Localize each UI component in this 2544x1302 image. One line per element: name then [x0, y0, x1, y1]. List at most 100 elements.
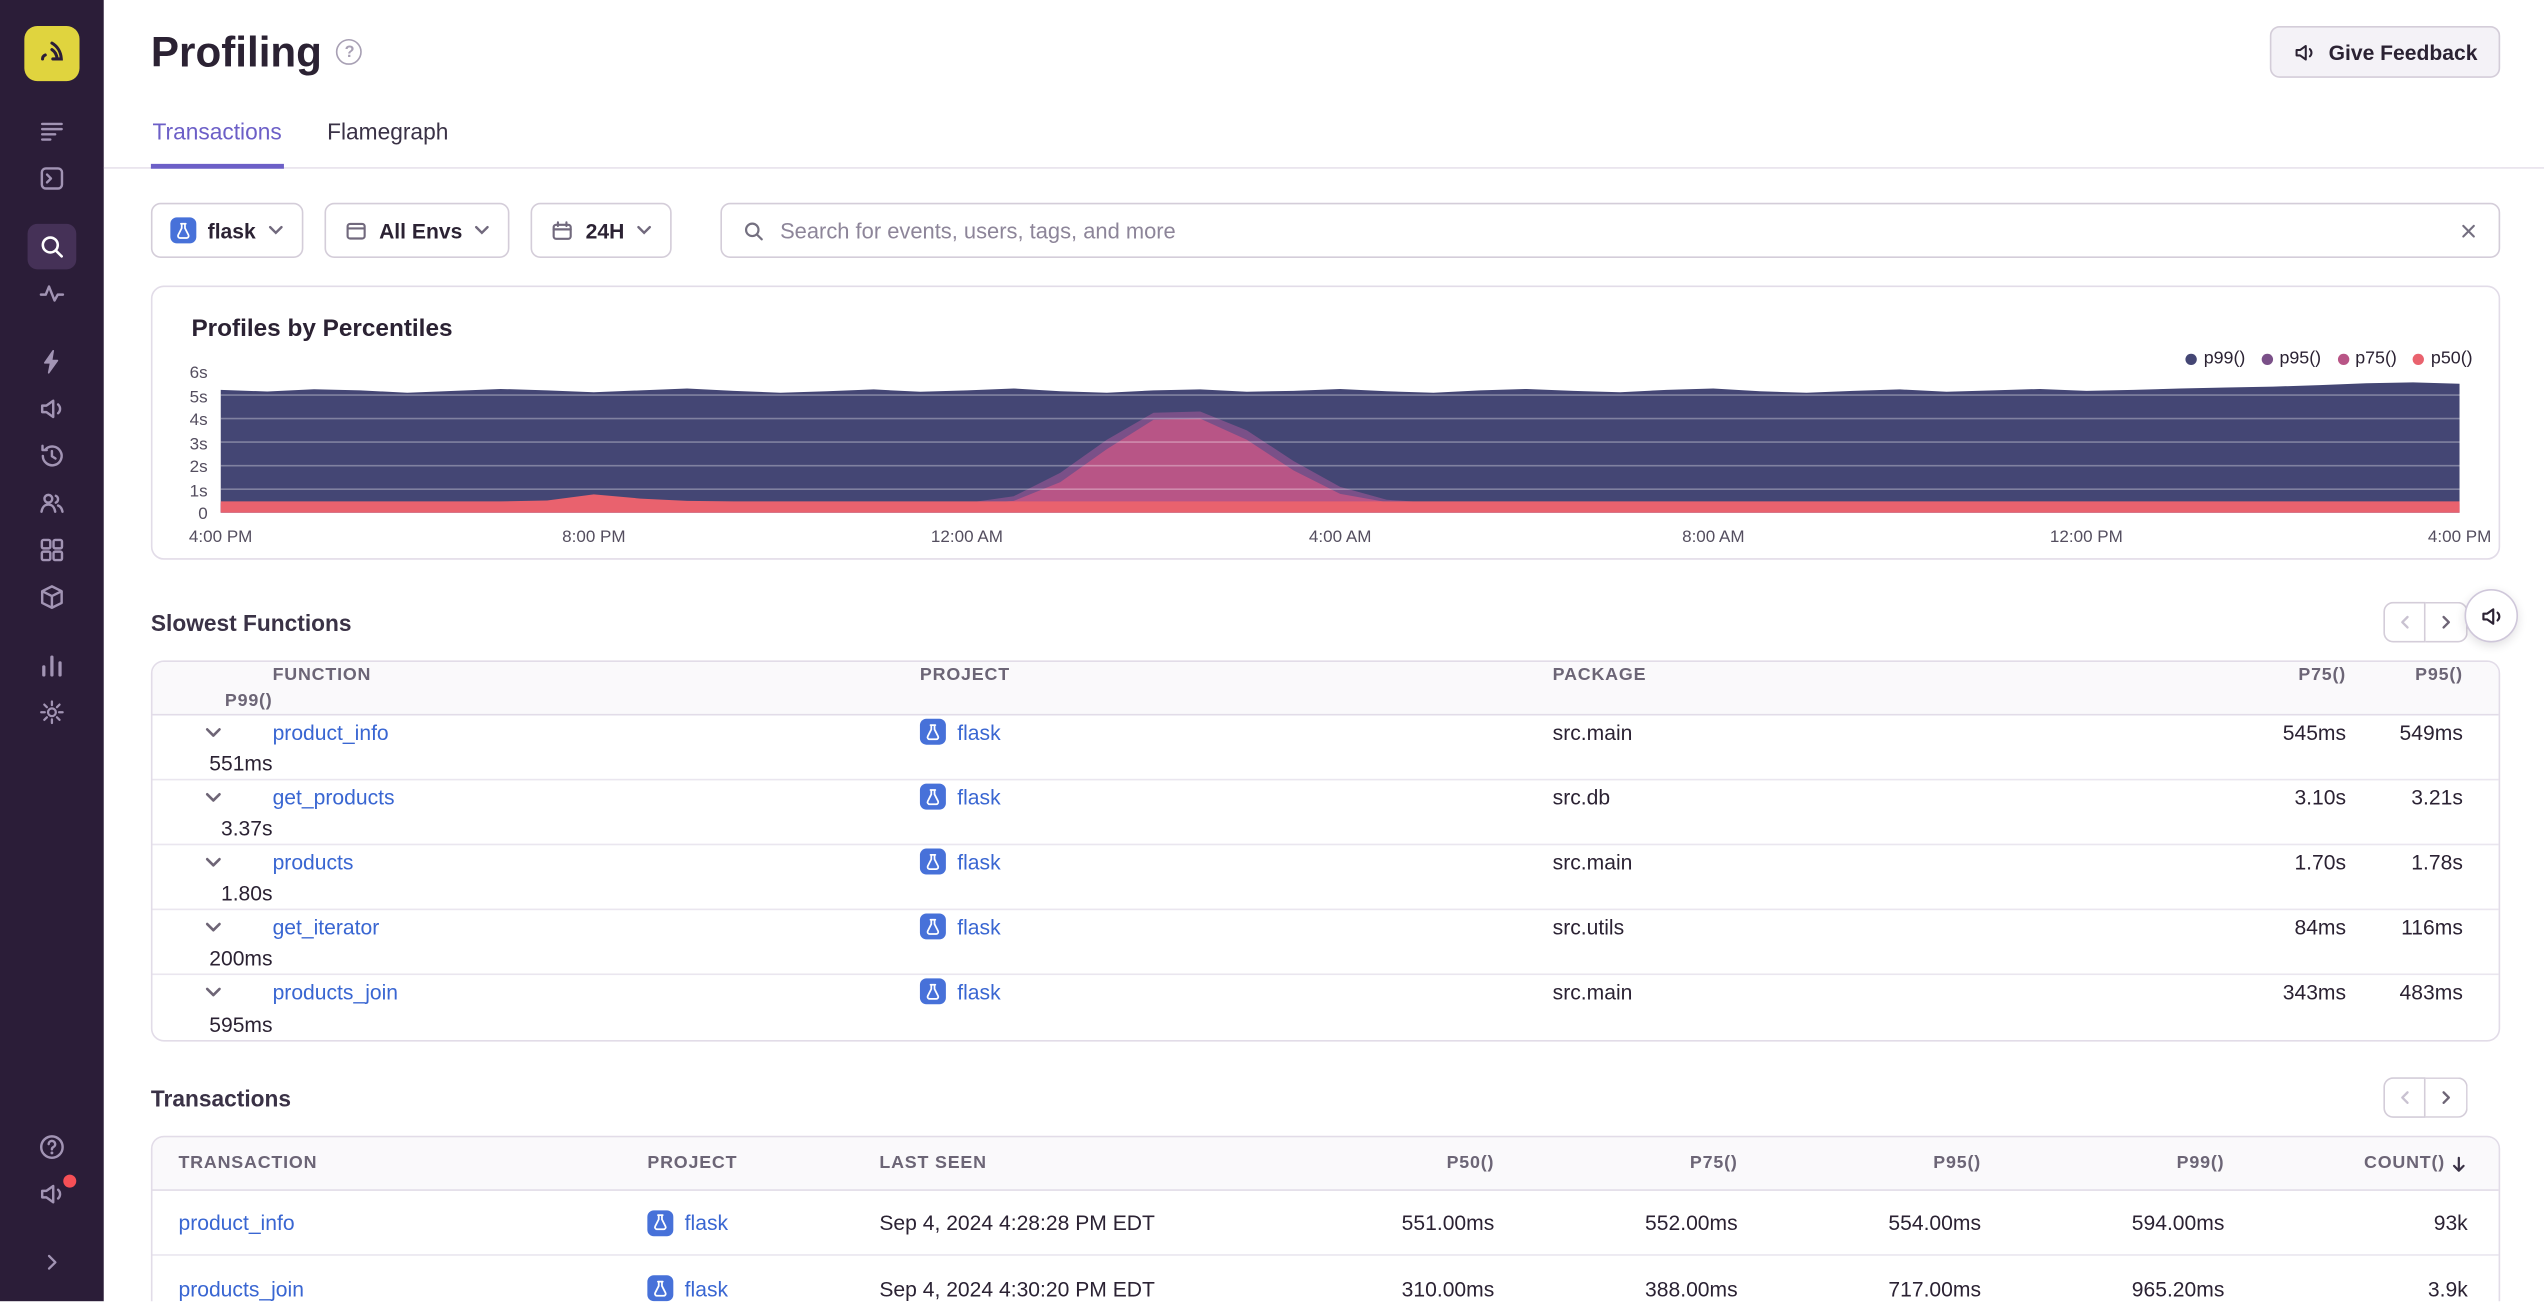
slowest-functions-table: FUNCTION PROJECT PACKAGE P75() P95() P99…: [150, 660, 2501, 1042]
sidebar-item-team[interactable]: [28, 480, 77, 525]
sentry-logo[interactable]: [24, 25, 80, 82]
search-icon: [41, 236, 63, 258]
flask-platform-icon: [919, 718, 946, 745]
p75-value: 388.00ms: [1645, 1276, 1738, 1301]
legend-item[interactable]: p99(): [2185, 349, 2245, 368]
sidebar-group-primary: [28, 109, 77, 201]
transaction-row: products_join flask Sep 4, 2024 4:30:20 PM…: [153, 1256, 2499, 1302]
prev-page-button[interactable]: [2383, 601, 2426, 643]
chevron-down-icon: [205, 727, 221, 737]
p99-value: 3.37s: [220, 816, 273, 841]
sidebar-item-search[interactable]: [27, 223, 77, 270]
package-value: src.main: [1552, 979, 1633, 1004]
sidebar-item-releases[interactable]: [28, 574, 77, 619]
project-link[interactable]: flask: [957, 849, 1000, 873]
sidebar-item-settings[interactable]: [28, 690, 77, 735]
slowest-function-row: product_info flask src.main 545ms 549ms 551ms: [152, 716, 2499, 781]
project-link[interactable]: flask: [685, 1210, 728, 1234]
sidebar-group-admin: [28, 642, 77, 734]
project-link[interactable]: flask: [957, 720, 1000, 744]
date-range-selector[interactable]: 24H: [530, 202, 672, 258]
project-link[interactable]: flask: [685, 1276, 728, 1300]
column-header-p99: P99(): [224, 691, 273, 711]
megaphone-icon: [2481, 607, 2500, 625]
slowest-function-row: get_iterator flask src.utils 84ms 116ms 200ms: [152, 910, 2499, 976]
x-axis-label: 8:00 AM: [1682, 527, 1745, 547]
sidebar-item-stats[interactable]: [28, 642, 77, 687]
next-page-button[interactable]: [2425, 601, 2468, 643]
column-header-p75: P75(): [1689, 1153, 1738, 1174]
page-help-icon[interactable]: ?: [336, 38, 363, 65]
function-link[interactable]: products_join: [273, 980, 920, 1004]
function-link[interactable]: get_products: [273, 784, 920, 808]
project-link[interactable]: flask: [957, 914, 1000, 938]
users-icon: [40, 493, 64, 513]
sentry-logo-icon: [41, 41, 63, 61]
give-feedback-button[interactable]: Give Feedback: [2270, 25, 2501, 78]
function-link[interactable]: product_info: [273, 720, 920, 744]
tab-transactions[interactable]: Transactions: [150, 104, 284, 169]
function-link[interactable]: products: [273, 849, 920, 873]
p95-value: 549ms: [2399, 719, 2463, 744]
section-title: Transactions: [150, 1084, 292, 1111]
sidebar-item-whats-new[interactable]: [28, 1171, 77, 1216]
flask-platform-icon: [170, 217, 197, 244]
transaction-link[interactable]: product_info: [153, 1210, 648, 1234]
flask-platform-icon: [919, 848, 946, 875]
filter-bar: flask All Envs 24H: [104, 169, 2544, 258]
sidebar-collapse-button[interactable]: [28, 1240, 77, 1285]
expand-row-button[interactable]: [153, 981, 273, 1002]
legend-item[interactable]: p75(): [2337, 349, 2397, 368]
expand-row-button[interactable]: [153, 916, 273, 937]
p95-value: 116ms: [2401, 914, 2463, 939]
chart-title: Profiles by Percentiles: [191, 314, 453, 343]
table-body: product_info flask src.main 545ms 549ms 551ms…: [152, 716, 2499, 1040]
sidebar-item-projects[interactable]: [28, 156, 77, 201]
transaction-link[interactable]: products_join: [153, 1276, 648, 1300]
expand-row-button[interactable]: [153, 851, 273, 872]
legend-item[interactable]: p95(): [2261, 349, 2321, 368]
floating-feedback-button[interactable]: [2464, 588, 2519, 643]
chevron-right-icon: [47, 1254, 57, 1270]
last-seen-value: Sep 4, 2024 4:30:20 PM EDT: [879, 1276, 1155, 1301]
sidebar-item-help[interactable]: [28, 1124, 77, 1169]
search-input[interactable]: [780, 218, 2444, 243]
sidebar-item-feedback[interactable]: [28, 386, 77, 431]
function-link[interactable]: get_iterator: [273, 914, 920, 938]
p95-value: 717.00ms: [1888, 1276, 1982, 1301]
performance-icon: [39, 285, 65, 302]
page-header: Profiling ? Give Feedback: [104, 0, 2544, 78]
next-page-button[interactable]: [2425, 1077, 2468, 1118]
expand-row-button[interactable]: [153, 786, 273, 807]
sidebar-item-dashboards[interactable]: [28, 527, 77, 572]
project-link[interactable]: flask: [957, 980, 1000, 1004]
environment-selector-label: All Envs: [379, 218, 463, 243]
slowest-function-row: products flask src.main 1.70s 1.78s 1.80s: [152, 845, 2499, 911]
chevron-left-icon: [2400, 1091, 2408, 1104]
megaphone-icon: [2295, 44, 2313, 60]
last-seen-value: Sep 4, 2024 4:28:28 PM EDT: [879, 1210, 1155, 1235]
sidebar-item-alerts[interactable]: [28, 339, 77, 384]
p75-value: 84ms: [2294, 914, 2347, 939]
environment-selector[interactable]: All Envs: [323, 202, 510, 258]
search-bar[interactable]: [720, 202, 2501, 258]
tab-bar: Transactions Flamegraph: [103, 104, 2544, 169]
x-axis-label: 12:00 PM: [2049, 527, 2123, 547]
column-header-count[interactable]: COUNT(): [2224, 1154, 2467, 1173]
p75-value: 1.70s: [2294, 849, 2347, 874]
sidebar-item-replays[interactable]: [28, 433, 77, 478]
tab-flamegraph[interactable]: Flamegraph: [326, 104, 450, 169]
chevron-down-icon: [636, 225, 651, 235]
legend-item[interactable]: p50(): [2413, 349, 2473, 368]
column-header-p99: P99(): [2176, 1153, 2225, 1174]
project-selector[interactable]: flask: [150, 202, 303, 258]
prev-page-button[interactable]: [2383, 1077, 2426, 1118]
project-link[interactable]: flask: [957, 784, 1000, 808]
chevron-down-icon: [205, 857, 221, 866]
legend-dot: [2413, 352, 2425, 365]
sidebar-item-issues[interactable]: [28, 109, 77, 154]
expand-row-button[interactable]: [153, 721, 273, 742]
p50-value: 551.00ms: [1401, 1210, 1495, 1235]
sidebar-item-performance[interactable]: [28, 271, 77, 316]
clear-search-icon[interactable]: [2458, 220, 2479, 241]
